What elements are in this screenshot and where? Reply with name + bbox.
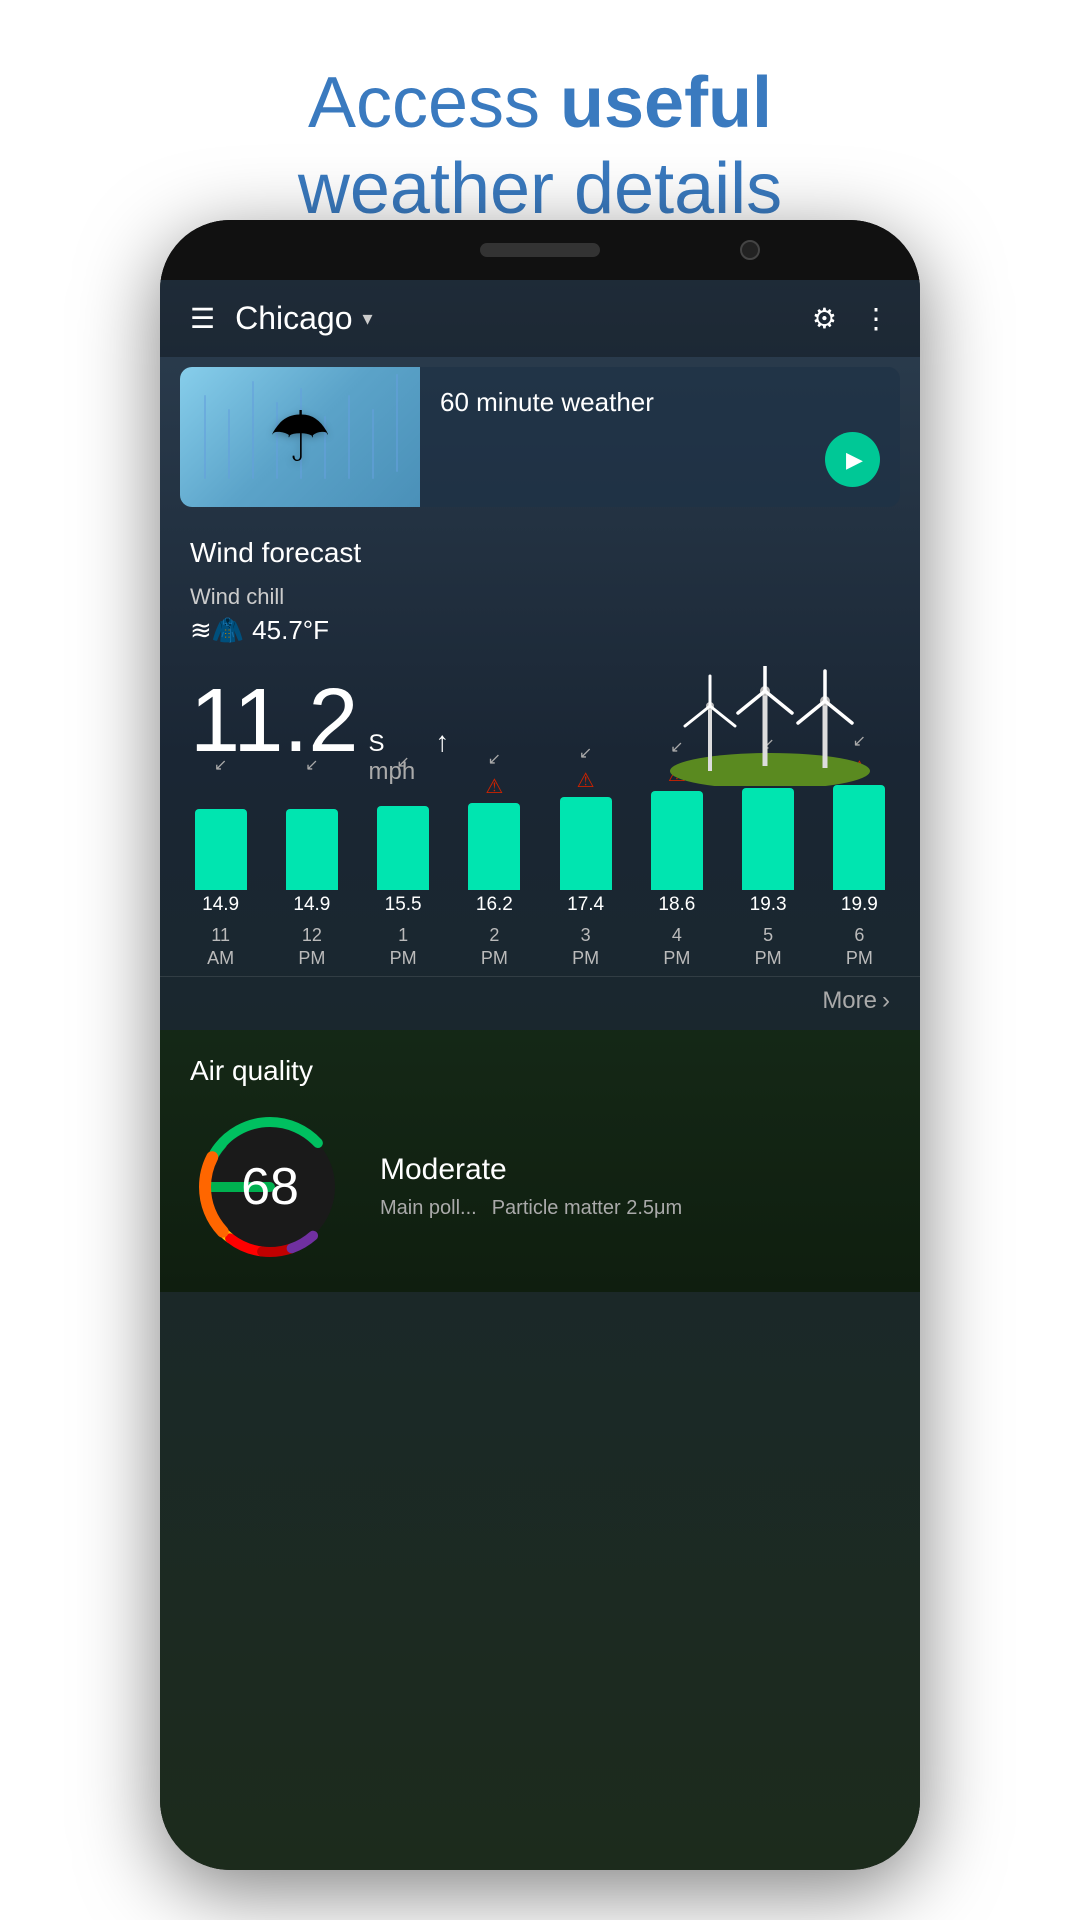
air-quality-content: 68 Moderate Main poll... Particle matter… xyxy=(190,1107,890,1267)
phone-top-bar xyxy=(160,220,920,280)
phone-screen: ☰ Chicago ▾ ⚙ ⋮ xyxy=(160,280,920,1870)
weather-card-title: 60 minute weather xyxy=(440,387,880,418)
wind-bar-col: ↙ ⚠ 14.9 xyxy=(175,755,266,916)
umbrella-icon: ☂ xyxy=(269,396,332,478)
menu-icon[interactable]: ☰ xyxy=(190,305,215,333)
wind-bar-col: ↙ ⚠ 17.4 xyxy=(540,743,631,916)
header-text-normal: Access xyxy=(308,63,560,143)
more-arrow-icon: › xyxy=(882,987,890,1015)
more-button[interactable]: More › xyxy=(822,987,890,1015)
wind-chart: ↙⚠14.9↙⚠14.9↙⚠15.5↙⚠16.2↙⚠17.4↙⚠18.6↙⚠19… xyxy=(160,806,920,971)
wind-bar xyxy=(742,788,794,890)
weather-card-content: 60 minute weather ▶ xyxy=(420,367,900,507)
air-quality-meta: Main poll... Particle matter 2.5μm xyxy=(380,1197,890,1220)
wind-bar-direction: ↙ xyxy=(396,752,409,772)
wind-bar xyxy=(468,803,520,890)
wind-bar-direction: ↙ xyxy=(214,755,227,775)
wind-warning-icon: ⚠ xyxy=(303,779,321,805)
wind-bar xyxy=(286,809,338,890)
dropdown-arrow-icon: ▾ xyxy=(363,306,373,331)
wind-chill-label: Wind chill xyxy=(190,584,890,610)
phone-frame: ☰ Chicago ▾ ⚙ ⋮ xyxy=(160,220,920,1870)
main-pollutant-label: Main poll... xyxy=(380,1197,477,1220)
wind-bar-value: 18.6 xyxy=(658,894,695,916)
city-name-label: Chicago xyxy=(235,300,352,337)
wind-bar-time-label: 6PM xyxy=(814,924,905,971)
wind-bar-value: 14.9 xyxy=(202,894,239,916)
wind-bar xyxy=(833,785,885,890)
play-icon: ▶ xyxy=(846,447,863,473)
front-camera xyxy=(740,240,760,260)
air-quality-status: Moderate xyxy=(380,1153,890,1187)
wind-warning-icon: ⚠ xyxy=(485,773,503,799)
wind-bar-time-label: 11AM xyxy=(175,924,266,971)
wind-bar-col: ↙ ⚠ 16.2 xyxy=(449,749,540,916)
more-options-icon[interactable]: ⋮ xyxy=(862,302,890,335)
wind-bar-time-label: 4PM xyxy=(631,924,722,971)
air-quality-details: Moderate Main poll... Particle matter 2.… xyxy=(380,1153,890,1220)
header-icons: ⚙ ⋮ xyxy=(812,302,890,335)
city-selector[interactable]: Chicago ▾ xyxy=(235,300,812,337)
wind-bar-direction: ↙ xyxy=(305,755,318,775)
bars-container: ↙⚠14.9↙⚠14.9↙⚠15.5↙⚠16.2↙⚠17.4↙⚠18.6↙⚠19… xyxy=(175,806,905,916)
wind-bar-time-label: 2PM xyxy=(449,924,540,971)
header-text-bold: useful xyxy=(560,63,772,143)
wind-bar-value: 16.2 xyxy=(476,894,513,916)
wind-turbines xyxy=(650,666,890,786)
air-quality-section: Air quality xyxy=(160,1030,920,1292)
header-text-line2: weather details xyxy=(298,149,782,229)
wind-chill-value: ≋🧥 45.7°F xyxy=(190,615,890,646)
wind-bar-value: 14.9 xyxy=(293,894,330,916)
wind-bar xyxy=(195,809,247,890)
more-row: More › xyxy=(160,976,920,1025)
wind-speed-number: 11.2 xyxy=(190,676,359,766)
wind-bar-col: ↙ ⚠ 14.9 xyxy=(266,755,357,916)
wind-bar xyxy=(377,806,429,890)
wind-bar xyxy=(651,791,703,890)
wind-chill-temp: 45.7°F xyxy=(252,615,329,646)
wind-bar-time-label: 12PM xyxy=(266,924,357,971)
app-header: ☰ Chicago ▾ ⚙ ⋮ xyxy=(160,280,920,357)
wind-forecast-title: Wind forecast xyxy=(190,537,890,569)
wind-bar-time-label: 5PM xyxy=(723,924,814,971)
play-button[interactable]: ▶ xyxy=(825,432,880,487)
air-quality-title: Air quality xyxy=(190,1055,890,1087)
weather-card: ☂ 60 minute weather ▶ xyxy=(180,367,900,507)
wind-warning-icon: ⚠ xyxy=(577,767,595,793)
wind-bar-col: ↙ ⚠ 15.5 xyxy=(358,752,449,916)
wind-warning-icon: ⚠ xyxy=(394,776,412,802)
wind-chill-icon: ≋🧥 xyxy=(190,615,244,646)
wind-bar-direction: ↙ xyxy=(488,749,501,769)
air-quality-gauge: 68 xyxy=(190,1107,350,1267)
wind-bar-value: 19.3 xyxy=(750,894,787,916)
wind-bar-value: 15.5 xyxy=(385,894,422,916)
wind-warning-icon: ⚠ xyxy=(212,779,230,805)
more-label: More xyxy=(822,987,877,1015)
wind-bar-time-label: 1PM xyxy=(358,924,449,971)
pollutant-value: Particle matter 2.5μm xyxy=(492,1197,682,1220)
wind-bar-direction: ↙ xyxy=(579,743,592,763)
air-quality-value: 68 xyxy=(241,1157,299,1217)
settings-icon[interactable]: ⚙ xyxy=(812,302,837,335)
speaker-grille xyxy=(480,243,600,257)
wind-bar-value: 19.9 xyxy=(841,894,878,916)
wind-bar-time-label: 3PM xyxy=(540,924,631,971)
wind-bar xyxy=(560,797,612,890)
wind-bar-value: 17.4 xyxy=(567,894,604,916)
weather-thumbnail: ☂ xyxy=(180,367,420,507)
